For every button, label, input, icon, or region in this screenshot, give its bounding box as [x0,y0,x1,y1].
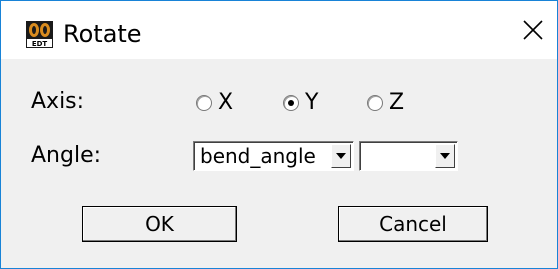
axis-radio-x[interactable]: X [196,90,233,115]
axis-radio-y-label: Y [305,90,319,115]
angle-value-dropdown-button[interactable] [331,144,351,168]
rotate-dialog: EDT Rotate Axis: X Y Z Angle: bend_angle [0,0,558,269]
angle-unit-combo[interactable] [359,141,458,171]
radio-z-circle[interactable] [367,94,383,111]
chevron-down-icon [440,153,450,159]
axis-label: Axis: [31,89,85,114]
close-icon [523,20,543,40]
chevron-down-icon [336,153,346,159]
axis-radio-x-label: X [218,90,234,115]
window-title: Rotate [63,20,142,48]
radio-x-circle[interactable] [196,94,212,111]
edt-app-icon: EDT [26,21,53,48]
angle-value-text: bend_angle [200,144,316,168]
angle-value-combo[interactable]: bend_angle [193,141,354,171]
axis-radio-y[interactable]: Y [283,90,318,115]
radio-y-circle[interactable] [283,94,299,111]
dialog-body: Axis: X Y Z Angle: bend_angle OK Cancel [1,59,557,268]
ok-button[interactable]: OK [82,206,237,242]
axis-radio-z-label: Z [389,90,405,115]
close-button[interactable] [509,1,557,59]
angle-unit-dropdown-button[interactable] [435,144,455,168]
axis-radio-z[interactable]: Z [367,90,404,115]
angle-label: Angle: [31,143,102,168]
cancel-button[interactable]: Cancel [338,206,488,242]
svg-text:EDT: EDT [32,40,48,48]
title-bar: EDT Rotate [1,1,557,59]
